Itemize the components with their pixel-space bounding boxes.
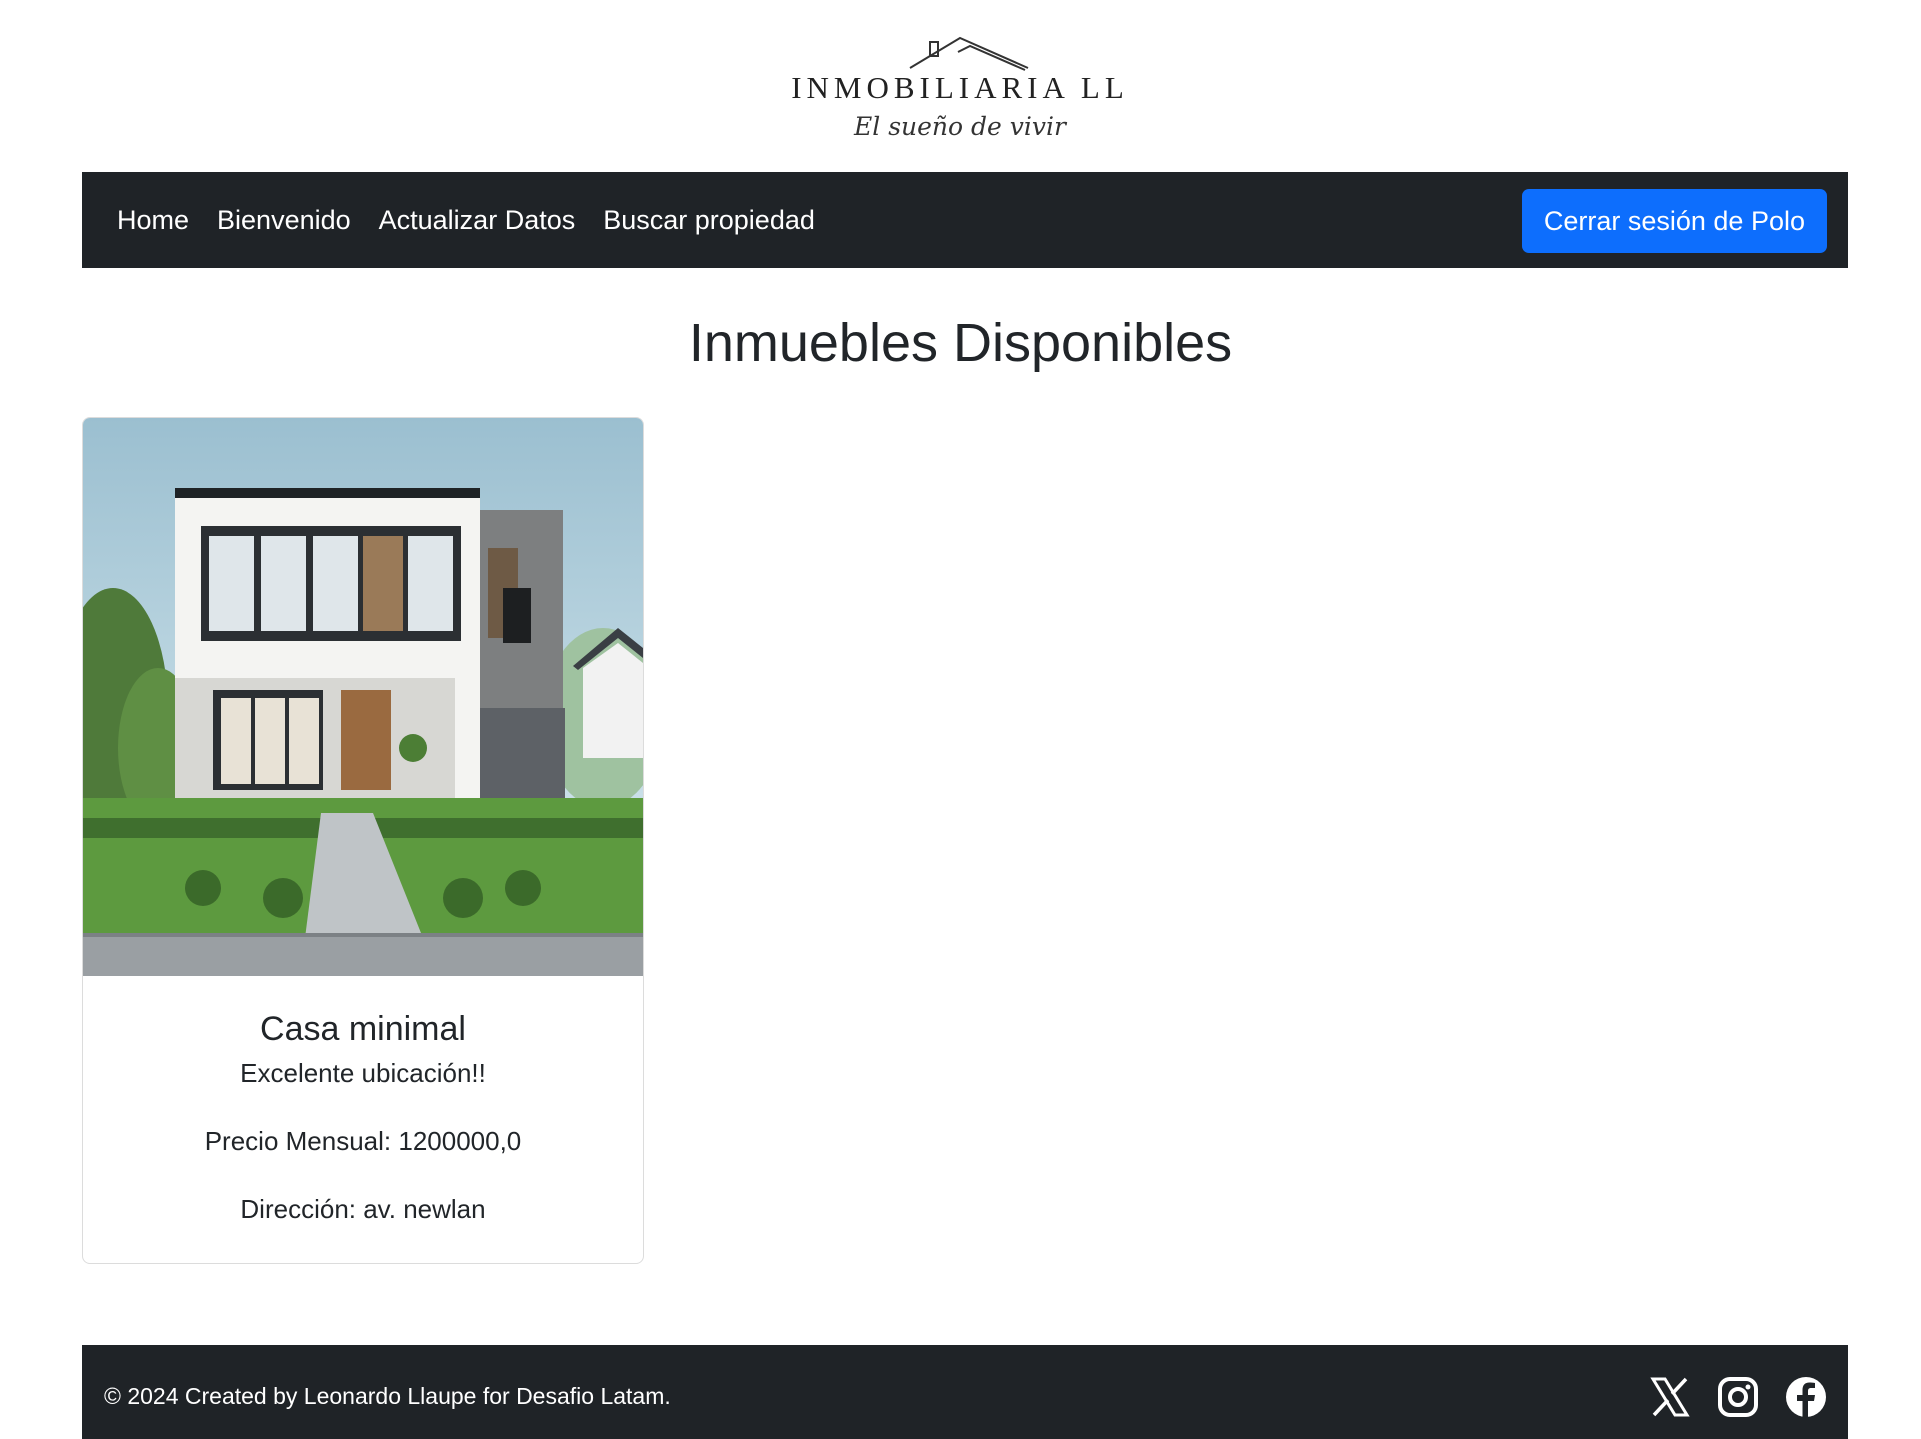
- nav-bienvenido[interactable]: Bienvenido: [217, 205, 351, 236]
- social-links: [1624, 1375, 1828, 1419]
- facebook-icon[interactable]: [1784, 1375, 1828, 1419]
- page: INMOBILIARIA LL El sueño de vivir Home B…: [0, 0, 1921, 1439]
- property-image: [83, 418, 643, 976]
- nav-home[interactable]: Home: [117, 205, 189, 236]
- page-title: Inmuebles Disponibles: [688, 313, 1233, 373]
- logo[interactable]: INMOBILIARIA LL El sueño de vivir: [760, 20, 1160, 160]
- property-description: Excelente ubicación!!: [240, 1058, 486, 1088]
- footer-copyright: © 2024 Created by Leonardo Llaupe for De…: [104, 1383, 671, 1409]
- logout-button[interactable]: Cerrar sesión de Polo: [1521, 189, 1827, 253]
- footer: © 2024 Created by Leonardo Llaupe for De…: [82, 1345, 1848, 1439]
- x-icon[interactable]: [1648, 1375, 1692, 1419]
- nav-buscar-propiedad[interactable]: Buscar propiedad: [603, 205, 815, 236]
- property-price: Precio Mensual: 1200000,0: [204, 1126, 522, 1156]
- navbar: Home Bienvenido Actualizar Datos Buscar …: [82, 172, 1848, 268]
- property-title: Casa minimal: [260, 1010, 466, 1048]
- nav-links: Home Bienvenido Actualizar Datos Buscar …: [117, 172, 843, 268]
- instagram-icon[interactable]: [1716, 1375, 1760, 1419]
- property-card[interactable]: Casa minimal Excelente ubicación!! Preci…: [82, 417, 644, 1264]
- logo-tagline: El sueño de vivir: [854, 112, 1066, 141]
- logo-title: INMOBILIARIA LL: [791, 70, 1129, 105]
- nav-actualizar-datos[interactable]: Actualizar Datos: [379, 205, 576, 236]
- property-address: Dirección: av. newlan: [240, 1194, 486, 1224]
